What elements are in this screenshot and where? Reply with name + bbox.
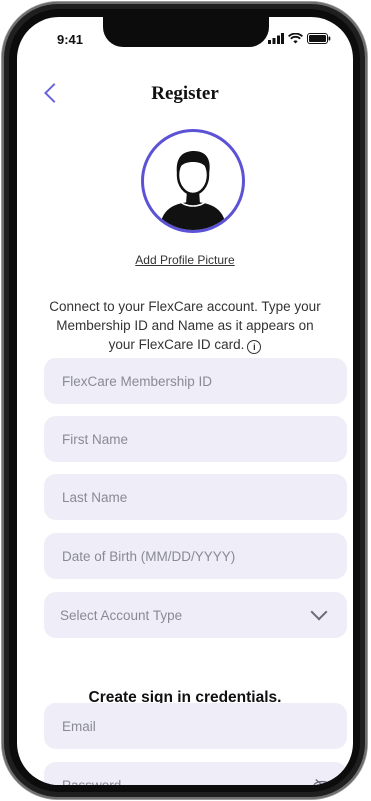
- page-title: Register: [151, 83, 219, 104]
- status-time: 9:41: [57, 32, 84, 47]
- person-silhouette-icon: [160, 151, 226, 230]
- password-input[interactable]: [60, 776, 313, 785]
- account-type-select[interactable]: Select Account Type: [44, 592, 347, 638]
- profile-avatar[interactable]: [141, 129, 245, 233]
- email-field[interactable]: [44, 703, 347, 749]
- info-icon[interactable]: i: [247, 340, 262, 354]
- wifi-icon: [288, 33, 303, 44]
- membership-id-input[interactable]: [60, 372, 331, 390]
- account-type-placeholder: Select Account Type: [60, 607, 183, 623]
- signal-icon: [268, 33, 284, 44]
- last-name-input[interactable]: [60, 488, 331, 506]
- status-icons: [268, 33, 331, 44]
- chevron-down-icon: [310, 603, 328, 621]
- screen: 9:41 Register Add Profile Picture Connec…: [17, 17, 353, 785]
- date-of-birth-field[interactable]: [44, 533, 347, 579]
- intro-text: Connect to your FlexCare account. Type y…: [49, 299, 321, 352]
- password-field[interactable]: [44, 762, 347, 785]
- eye-slash-icon[interactable]: [312, 778, 331, 785]
- first-name-field[interactable]: [44, 416, 347, 462]
- date-of-birth-input[interactable]: [60, 547, 331, 565]
- battery-icon: [307, 33, 331, 44]
- add-profile-picture-link[interactable]: Add Profile Picture: [17, 253, 353, 267]
- email-input[interactable]: [60, 717, 331, 735]
- intro-text-block: Connect to your FlexCare account. Type y…: [43, 297, 327, 354]
- last-name-field[interactable]: [44, 474, 347, 520]
- membership-id-field[interactable]: [44, 358, 347, 404]
- notch: [103, 17, 269, 47]
- first-name-input[interactable]: [60, 430, 331, 448]
